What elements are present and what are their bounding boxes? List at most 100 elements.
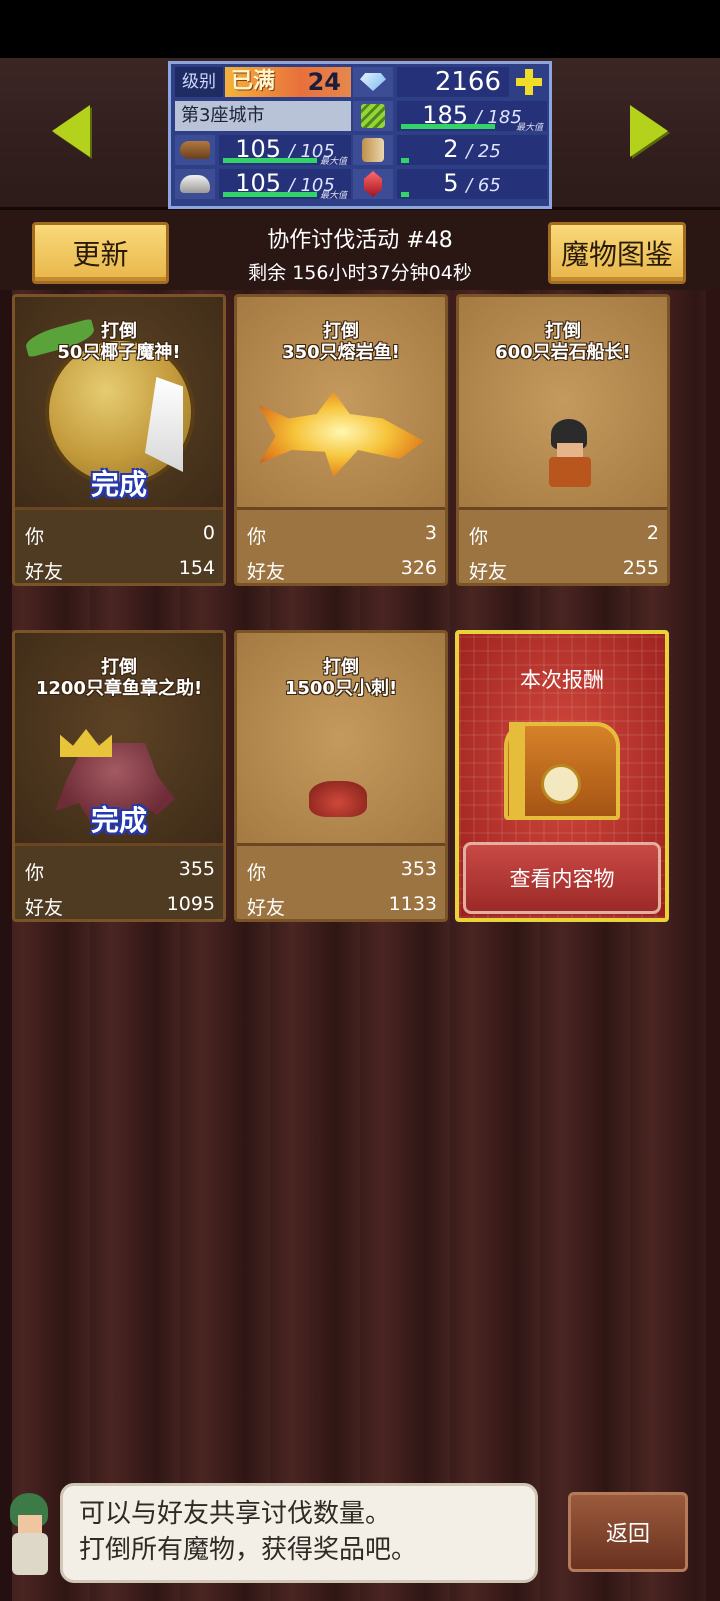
hint-message: 可以与好友共享讨伐数量。 打倒所有魔物，获得奖品吧。	[60, 1483, 538, 1583]
friend-value: 154	[178, 557, 215, 579]
scorpion-monster-icon	[309, 781, 367, 817]
friend-label: 好友	[247, 561, 286, 583]
you-row: 你 353	[247, 858, 437, 885]
leaf-icon	[353, 101, 393, 131]
you-row: 你 355	[25, 858, 215, 885]
quest-card-octopus[interactable]: 打倒 1200只章鱼章之助! 完成 你 355 好友 1095	[12, 630, 226, 922]
hint-line-1: 可以与好友共享讨伐数量。	[79, 1499, 392, 1529]
stone-icon	[175, 169, 215, 199]
stone-max-tag: 最大值	[319, 191, 347, 201]
left-arrow-icon[interactable]	[52, 105, 90, 157]
you-label: 你	[25, 526, 45, 548]
friend-row: 好友 255	[469, 557, 659, 583]
card-task-line2: 50只椰子魔神!	[57, 342, 181, 363]
card-task: 打倒 600只岩石船长!	[459, 321, 667, 363]
done-label: 完成	[90, 804, 147, 837]
you-value: 0	[202, 522, 215, 544]
quest-card-little-sting[interactable]: 打倒 1500只小刺! 你 353 好友 1133	[234, 630, 448, 922]
friend-value: 255	[622, 557, 659, 579]
board-edge-left	[0, 290, 12, 1601]
you-value: 2	[646, 522, 659, 544]
board-edge-right	[706, 290, 720, 1601]
friend-label: 好友	[25, 561, 64, 583]
friend-row: 好友 1095	[25, 893, 215, 919]
lock-icon	[541, 764, 581, 804]
card-task-line2: 600只岩石船长!	[495, 342, 631, 363]
city-name: 第3座城市	[175, 101, 351, 131]
food-icon	[353, 135, 393, 165]
you-value: 355	[178, 858, 215, 880]
update-button[interactable]: 更新	[32, 222, 169, 284]
food-resource: 2 / 25	[397, 135, 547, 165]
friend-value: 1095	[166, 893, 215, 915]
friend-label: 好友	[25, 897, 64, 919]
event-timer: 剩余 156小时37分钟04秒	[248, 262, 472, 284]
wood-icon	[175, 135, 215, 165]
card-task-line2: 350只熔岩鱼!	[282, 342, 400, 363]
lava-fish-icon	[259, 391, 424, 477]
quest-card-lava-fish[interactable]: 打倒 350只熔岩鱼! 你3 好友 326	[234, 294, 448, 586]
level-status-text: 已满	[231, 69, 276, 94]
you-label: 你	[25, 862, 45, 884]
ruby-resource: 5 / 65	[397, 169, 547, 199]
system-status-bar	[0, 0, 720, 58]
friend-value: 326	[400, 557, 437, 579]
right-arrow-icon[interactable]	[630, 105, 668, 157]
ruby-cap: 65	[477, 175, 501, 196]
event-title: 协作讨伐活动 #48	[267, 228, 453, 253]
friend-value: 1133	[388, 893, 437, 915]
card-task-line1: 打倒	[545, 321, 581, 342]
you-row: 你2	[469, 522, 659, 549]
pirate-body-icon	[549, 457, 591, 487]
card-task-line1: 打倒	[323, 321, 359, 342]
level-value: 24	[307, 68, 341, 96]
card-task: 打倒 1200只章鱼章之助!	[15, 657, 223, 699]
crown-icon	[60, 729, 112, 757]
level-label: 级别	[175, 67, 223, 97]
plus-icon[interactable]	[511, 67, 547, 97]
reward-card: 本次报酬 查看内容物	[455, 630, 669, 922]
card-task: 打倒 50只椰子魔神!	[15, 321, 223, 363]
card-task-line1: 打倒	[101, 321, 137, 342]
stone-resource: 105 / 105 最大值	[219, 169, 351, 201]
you-row: 你0	[25, 522, 215, 549]
guide-avatar	[0, 1485, 60, 1585]
card-task-line1: 打倒	[101, 657, 137, 678]
you-label: 你	[247, 526, 267, 548]
quest-card-rock-captain[interactable]: 打倒 600只岩石船长! 你2 好友 255	[456, 294, 670, 586]
you-row: 你3	[247, 522, 437, 549]
back-button[interactable]: 返回	[568, 1492, 688, 1572]
done-label: 完成	[90, 468, 147, 501]
leaf-resource: 185 / 185 最大值	[397, 101, 547, 133]
card-task-line1: 打倒	[323, 657, 359, 678]
hint-line-2: 打倒所有魔物，获得奖品吧。	[79, 1535, 418, 1565]
leaf-max-tag: 最大值	[515, 123, 543, 133]
card-task: 打倒 1500只小刺!	[237, 657, 445, 699]
ruby-icon	[353, 169, 393, 199]
friend-row: 好友 154	[25, 557, 215, 583]
you-label: 你	[469, 526, 489, 548]
friend-row: 好友 326	[247, 557, 437, 583]
card-task-line2: 1200只章鱼章之助!	[35, 678, 203, 699]
monster-guide-button[interactable]: 魔物图鉴	[548, 222, 686, 284]
level-status: 已满 24	[225, 67, 351, 97]
food-value: 2	[443, 135, 459, 163]
quest-card-coconut[interactable]: 打倒 50只椰子魔神! 完成 你0 好友 154	[12, 294, 226, 586]
friend-row: 好友 1133	[247, 893, 437, 919]
food-cap: 25	[477, 141, 501, 162]
view-contents-button[interactable]: 查看内容物	[463, 842, 661, 914]
gem-icon	[353, 67, 393, 97]
card-task: 打倒 350只熔岩鱼!	[237, 321, 445, 363]
stat-panel: 级别 已满 24 2166 第3座城市 185 / 185 最大值 105 / …	[168, 61, 552, 209]
ruby-value: 5	[443, 169, 459, 197]
you-label: 你	[247, 862, 267, 884]
you-value: 353	[400, 858, 437, 880]
chest-band	[509, 722, 525, 820]
wood-max-tag: 最大值	[319, 157, 347, 167]
wood-resource: 105 / 105 最大值	[219, 135, 351, 167]
you-value: 3	[424, 522, 437, 544]
card-task-line2: 1500只小刺!	[284, 678, 398, 699]
reward-title: 本次报酬	[520, 668, 604, 692]
friend-label: 好友	[469, 561, 508, 583]
friend-label: 好友	[247, 897, 286, 919]
